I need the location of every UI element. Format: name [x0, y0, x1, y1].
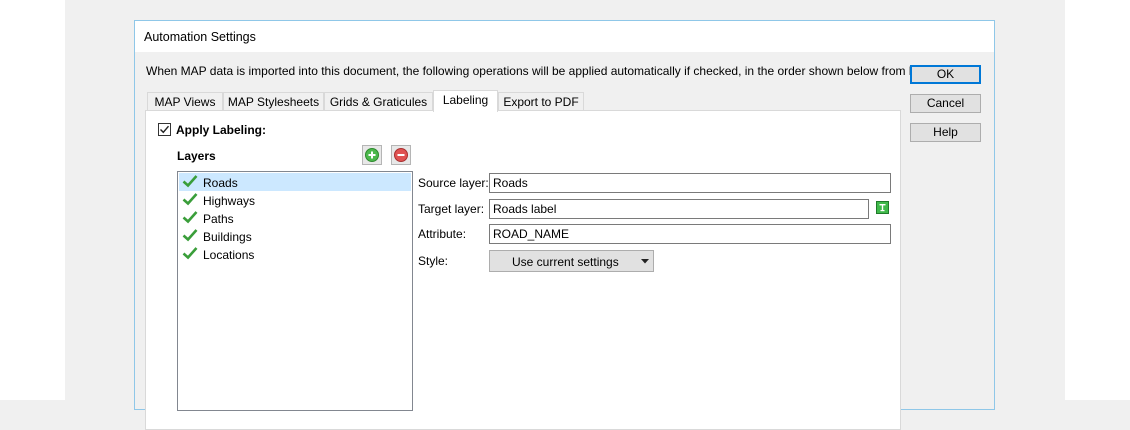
- page-margin-right: [1065, 0, 1130, 400]
- cancel-button[interactable]: Cancel: [910, 94, 981, 113]
- tab-labeling[interactable]: Labeling: [433, 90, 498, 112]
- layers-list[interactable]: Roads Highways Paths Buildings Locations: [177, 171, 413, 411]
- dropdown-arrow-icon: [641, 259, 649, 264]
- check-icon: [182, 175, 198, 188]
- list-item[interactable]: Roads: [179, 173, 411, 191]
- target-layer-field[interactable]: Roads label: [489, 199, 869, 219]
- remove-layer-button[interactable]: [391, 145, 411, 165]
- attribute-label: Attribute:: [418, 227, 467, 241]
- tab-map-views[interactable]: MAP Views: [147, 92, 223, 111]
- add-layer-button[interactable]: [362, 145, 382, 165]
- tab-export-to-pdf[interactable]: Export to PDF: [498, 92, 584, 111]
- ok-button[interactable]: OK: [910, 65, 981, 84]
- source-layer-field[interactable]: Roads: [489, 173, 891, 193]
- layer-name: Roads: [203, 176, 238, 190]
- help-button[interactable]: Help: [910, 123, 981, 142]
- dialog-title: Automation Settings: [144, 30, 256, 44]
- list-item[interactable]: Locations: [179, 245, 411, 263]
- style-dropdown[interactable]: Use current settings: [489, 250, 654, 272]
- list-item[interactable]: Paths: [179, 209, 411, 227]
- checkmark-icon: [160, 125, 170, 134]
- apply-labeling-checkbox[interactable]: [158, 123, 171, 136]
- layer-name: Locations: [203, 248, 255, 262]
- check-icon: [182, 193, 198, 206]
- layers-heading: Layers: [177, 149, 216, 163]
- target-layer-label: Target layer:: [418, 202, 485, 216]
- list-item[interactable]: Highways: [179, 191, 411, 209]
- attribute-field[interactable]: ROAD_NAME: [489, 224, 891, 244]
- tab-map-stylesheets[interactable]: MAP Stylesheets: [223, 92, 324, 111]
- title-bar: Automation Settings: [135, 21, 994, 52]
- page-margin-left: [0, 0, 65, 400]
- source-layer-label: Source layer:: [418, 176, 489, 190]
- layer-name: Highways: [203, 194, 256, 208]
- check-icon: [182, 211, 198, 224]
- layer-name: Buildings: [203, 230, 252, 244]
- remove-layer-icon: [394, 148, 408, 162]
- text-label-icon[interactable]: [876, 201, 889, 214]
- check-icon: [182, 247, 198, 260]
- dialog-description: When MAP data is imported into this docu…: [146, 64, 969, 78]
- style-label: Style:: [418, 254, 449, 268]
- style-dropdown-value: Use current settings: [512, 255, 619, 269]
- add-layer-icon: [365, 148, 379, 162]
- automation-settings-dialog: Automation Settings When MAP data is imp…: [134, 20, 995, 430]
- check-icon: [182, 229, 198, 242]
- labeling-panel: Apply Labeling: Layers Roads Highways Pa…: [145, 110, 901, 430]
- list-item[interactable]: Buildings: [179, 227, 411, 245]
- apply-labeling-label: Apply Labeling:: [176, 123, 266, 137]
- layer-name: Paths: [203, 212, 234, 226]
- tab-grids-graticules[interactable]: Grids & Graticules: [324, 92, 433, 111]
